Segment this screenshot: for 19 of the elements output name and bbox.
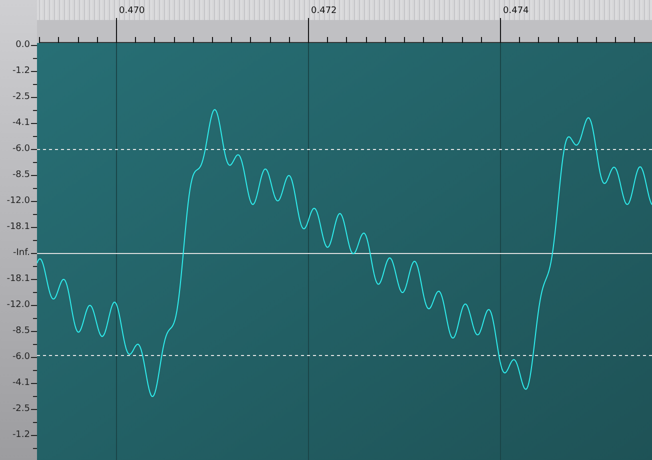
level-label: -2.5 <box>12 91 31 104</box>
time-label: 0.472 <box>311 5 338 17</box>
level-label: -1.2 <box>12 429 31 442</box>
level-label: -18.1 <box>6 273 31 286</box>
level-label: -4.1 <box>12 377 31 390</box>
level-label: -6.0 <box>12 351 31 364</box>
level-label: -1.2 <box>12 65 31 78</box>
level-label: -18.1 <box>6 221 31 234</box>
level-label: -4.1 <box>12 117 31 130</box>
level-label: -8.5 <box>12 325 31 338</box>
level-label: -12.0 <box>6 299 31 312</box>
level-label: -2.5 <box>12 403 31 416</box>
level-label: 0.0 <box>16 39 31 52</box>
level-label: -12.0 <box>6 195 31 208</box>
time-label: 0.470 <box>119 5 146 17</box>
level-label: -6.0 <box>12 143 31 156</box>
time-label: 0.474 <box>503 5 529 17</box>
level-label: -8.5 <box>12 169 31 182</box>
level-label: -Inf. <box>13 247 31 260</box>
